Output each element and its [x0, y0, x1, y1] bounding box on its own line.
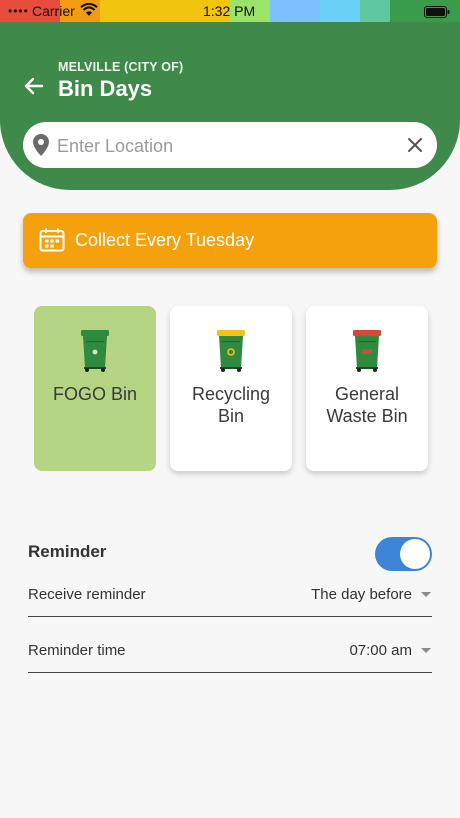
bin-card-recycling[interactable]: Recycling Bin — [170, 306, 292, 471]
dropdown-caret-icon[interactable] — [421, 592, 431, 597]
wheelie-bin-icon — [81, 328, 109, 377]
location-input[interactable] — [55, 130, 399, 162]
bin-card-fogo[interactable]: FOGO Bin — [34, 306, 156, 471]
page-title: Bin Days — [58, 76, 153, 101]
wheelie-bin-icon — [217, 328, 245, 377]
wheelie-bin-icon — [353, 328, 381, 377]
status-time: 1:32 PM — [203, 3, 256, 19]
dropdown-caret-icon[interactable] — [421, 648, 431, 653]
bin-name: General Waste Bin — [326, 384, 408, 426]
receive-reminder-row[interactable]: Receive reminder The day before — [28, 580, 432, 617]
signal-icon: •••• — [8, 4, 29, 18]
reminder-toggle[interactable] — [375, 537, 432, 571]
reminder-time-row[interactable]: Reminder time 07:00 am — [28, 636, 432, 673]
status-bar: •••• Carrier 1:32 PM — [0, 0, 460, 22]
carrier-label: Carrier — [32, 3, 75, 19]
bin-name: FOGO Bin — [52, 384, 137, 404]
battery-icon — [424, 5, 450, 21]
council-name: MELVILLE (CITY OF) — [58, 60, 184, 74]
reminder-time-select[interactable]: 07:00 am — [349, 642, 412, 659]
reminder-time-label: Reminder time — [28, 642, 126, 659]
calendar-icon — [39, 228, 65, 257]
receive-reminder-select[interactable]: The day before — [311, 586, 412, 603]
clear-search-icon[interactable] — [407, 137, 423, 158]
receive-reminder-label: Receive reminder — [28, 586, 146, 603]
wifi-icon — [80, 2, 98, 20]
location-search[interactable] — [23, 122, 437, 168]
collection-day-banner: Collect Every Tuesday — [23, 213, 437, 268]
collection-day-label: Collect Every Tuesday — [75, 230, 255, 250]
back-arrow-icon[interactable] — [22, 74, 46, 98]
bin-card-general-waste[interactable]: General Waste Bin — [306, 306, 428, 471]
location-pin-icon — [33, 134, 49, 161]
toggle-knob — [400, 539, 430, 569]
bin-name: Recycling Bin — [191, 384, 271, 426]
reminder-heading: Reminder — [28, 542, 107, 561]
